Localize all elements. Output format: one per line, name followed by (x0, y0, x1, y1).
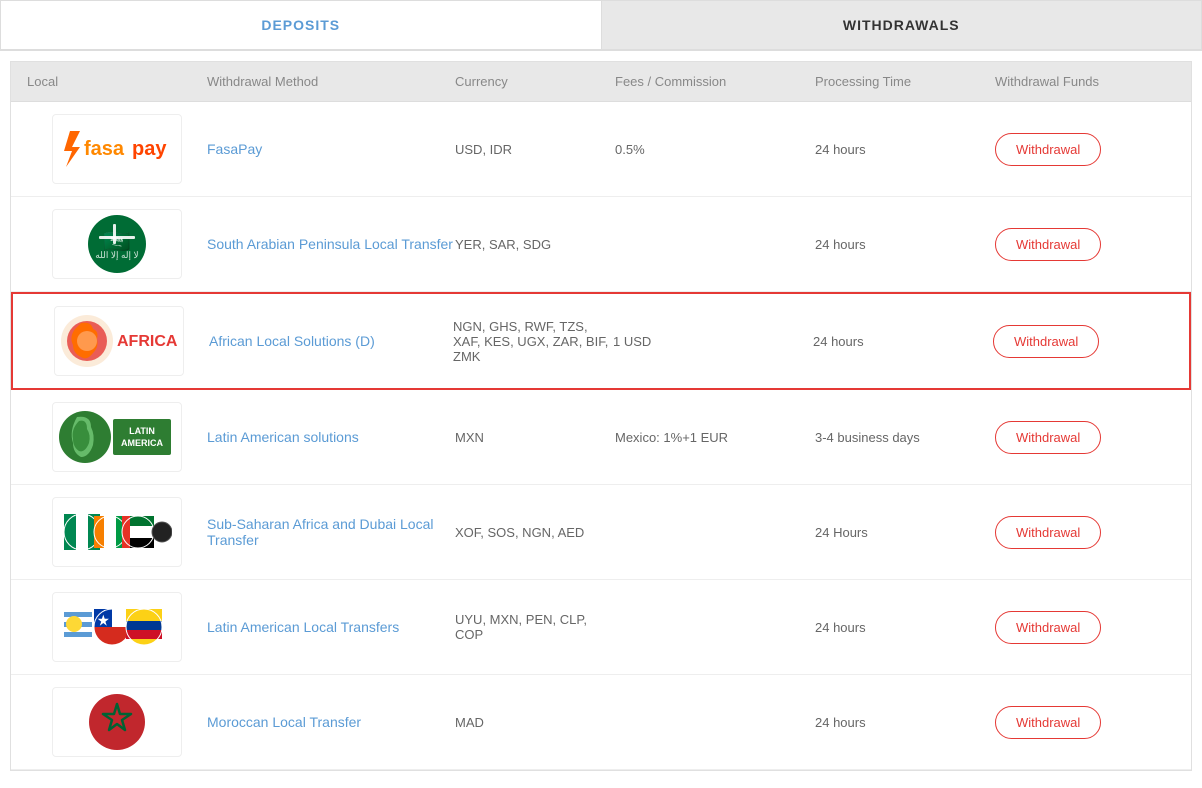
withdrawals-table: Local Withdrawal Method Currency Fees / … (10, 61, 1192, 771)
svg-text:AMERICA: AMERICA (121, 438, 163, 448)
table-row: Moroccan Local Transfer MAD 24 hours Wit… (11, 675, 1191, 770)
tab-withdrawals[interactable]: WITHDRAWALS (601, 0, 1202, 50)
fees-latin-american: Mexico: 1%+1 EUR (615, 430, 815, 445)
method-moroccan: Moroccan Local Transfer (207, 714, 455, 730)
svg-text:pay: pay (132, 138, 167, 160)
processing-fasapay: 24 hours (815, 142, 995, 157)
svg-text:LATIN: LATIN (129, 426, 155, 436)
logo-box-moroccan (52, 687, 182, 757)
logo-box-latin-american: LATIN AMERICA (52, 402, 182, 472)
currency-african: NGN, GHS, RWF, TZS, XAF, KES, UGX, ZAR, … (453, 319, 613, 364)
method-latin-local: Latin American Local Transfers (207, 619, 455, 635)
button-cell-moroccan: Withdrawal (995, 706, 1175, 739)
header-local: Local (27, 74, 207, 89)
processing-south-arabian: 24 hours (815, 237, 995, 252)
table-row: AFRICA African Local Solutions (D) NGN, … (11, 292, 1191, 390)
withdrawal-button-african[interactable]: Withdrawal (993, 325, 1099, 358)
method-south-arabian: South Arabian Peninsula Local Transfer (207, 236, 455, 252)
svg-text:لا إله إلا الله: لا إله إلا الله (95, 250, 138, 261)
african-logo-svg: AFRICA (59, 311, 179, 371)
table-header: Local Withdrawal Method Currency Fees / … (11, 62, 1191, 102)
tab-deposits[interactable]: DEPOSITS (0, 0, 601, 50)
method-fasapay: FasaPay (207, 141, 455, 157)
button-cell-fasapay: Withdrawal (995, 133, 1175, 166)
button-cell-latin-american: Withdrawal (995, 421, 1175, 454)
table-row: Latin American Local Transfers UYU, MXN,… (11, 580, 1191, 675)
header-fees: Fees / Commission (615, 74, 815, 89)
withdrawal-button-south-arabian[interactable]: Withdrawal (995, 228, 1101, 261)
currency-moroccan: MAD (455, 715, 615, 730)
processing-african: 24 hours (813, 334, 993, 349)
logo-cell-moroccan (27, 687, 207, 757)
logo-box-african: AFRICA (54, 306, 184, 376)
method-latin-american: Latin American solutions (207, 429, 455, 445)
svg-text:fasa: fasa (84, 138, 125, 160)
logo-box-sub-saharan (52, 497, 182, 567)
withdrawal-button-latin-american[interactable]: Withdrawal (995, 421, 1101, 454)
south-arabian-flag-svg: 🇸🇦 لا إله إلا الله (87, 214, 147, 274)
processing-sub-saharan: 24 Hours (815, 525, 995, 540)
currency-fasapay: USD, IDR (455, 142, 615, 157)
logo-cell-latin-local (27, 592, 207, 662)
currency-latin-american: MXN (455, 430, 615, 445)
processing-latin-local: 24 hours (815, 620, 995, 635)
latin-america-logo-svg: LATIN AMERICA (57, 407, 177, 467)
header-funds: Withdrawal Funds (995, 74, 1175, 89)
processing-latin-american: 3-4 business days (815, 430, 995, 445)
tabs-container: DEPOSITS WITHDRAWALS (0, 0, 1202, 51)
processing-moroccan: 24 hours (815, 715, 995, 730)
logo-cell-south-arabian: 🇸🇦 لا إله إلا الله (27, 209, 207, 279)
svg-text:AFRICA: AFRICA (117, 333, 178, 350)
sub-saharan-logo-svg (62, 507, 172, 557)
currency-sub-saharan: XOF, SOS, NGN, AED (455, 525, 615, 540)
logo-cell-sub-saharan (27, 497, 207, 567)
withdrawal-button-sub-saharan[interactable]: Withdrawal (995, 516, 1101, 549)
withdrawal-button-moroccan[interactable]: Withdrawal (995, 706, 1101, 739)
button-cell-latin-local: Withdrawal (995, 611, 1175, 644)
logo-box-fasapay: fasa pay (52, 114, 182, 184)
latin-local-logo-svg (62, 602, 172, 652)
withdrawal-button-fasapay[interactable]: Withdrawal (995, 133, 1101, 166)
logo-box-latin-local (52, 592, 182, 662)
button-cell-sub-saharan: Withdrawal (995, 516, 1175, 549)
table-row: fasa pay FasaPay USD, IDR 0.5% 24 hours … (11, 102, 1191, 197)
logo-cell-african: AFRICA (29, 306, 209, 376)
withdrawal-button-latin-local[interactable]: Withdrawal (995, 611, 1101, 644)
table-row: 🇸🇦 لا إله إلا الله South Arabian Peninsu… (11, 197, 1191, 292)
method-african: African Local Solutions (D) (209, 333, 453, 349)
currency-latin-local: UYU, MXN, PEN, CLP, COP (455, 612, 615, 642)
table-row: LATIN AMERICA Latin American solutions M… (11, 390, 1191, 485)
header-currency: Currency (455, 74, 615, 89)
header-processing: Processing Time (815, 74, 995, 89)
currency-south-arabian: YER, SAR, SDG (455, 237, 615, 252)
method-sub-saharan: Sub-Saharan Africa and Dubai Local Trans… (207, 516, 455, 548)
table-row: Sub-Saharan Africa and Dubai Local Trans… (11, 485, 1191, 580)
fees-fasapay: 0.5% (615, 142, 815, 157)
moroccan-flag-svg (87, 692, 147, 752)
button-cell-african: Withdrawal (993, 325, 1173, 358)
header-method: Withdrawal Method (207, 74, 455, 89)
logo-box-south-arabian: 🇸🇦 لا إله إلا الله (52, 209, 182, 279)
button-cell-south-arabian: Withdrawal (995, 228, 1175, 261)
logo-cell-fasapay: fasa pay (27, 114, 207, 184)
logo-cell-latin-american: LATIN AMERICA (27, 402, 207, 472)
fees-african: 1 USD (613, 334, 813, 349)
fasapay-logo-svg: fasa pay (62, 129, 172, 169)
